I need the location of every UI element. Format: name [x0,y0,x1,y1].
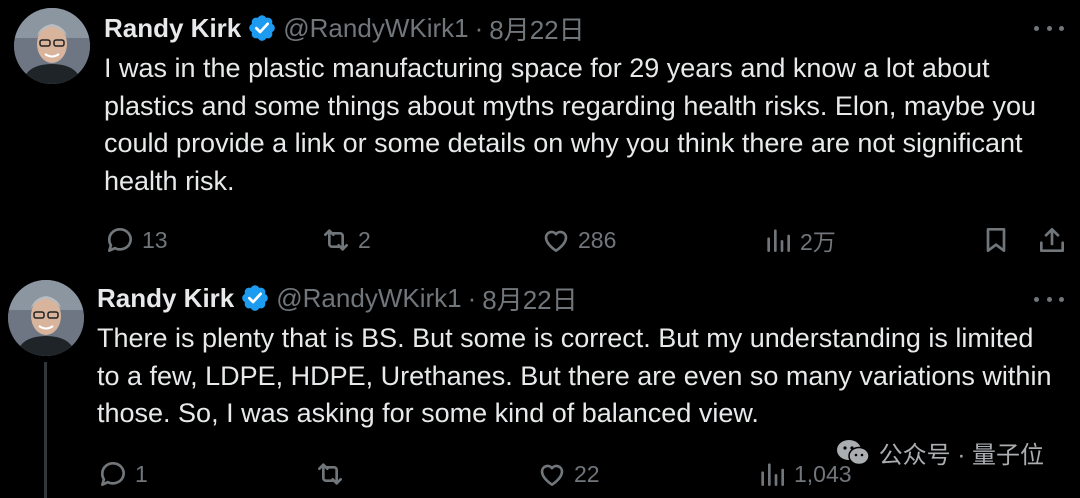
heart-icon [540,464,564,486]
views-chart-icon [767,229,790,252]
display-name[interactable]: Randy Kirk [104,13,241,44]
separator-dot: · [474,12,484,43]
more-options-icon[interactable] [1034,295,1064,303]
more-options-icon[interactable] [1034,24,1064,32]
tweet-header: Randy Kirk @RandyWKirk1 · 8月22日 [104,10,585,46]
views-button[interactable]: 2万 [762,220,836,260]
reply-button[interactable]: 1 [97,454,148,494]
heart-icon [544,230,568,252]
views-chart-icon [761,463,784,486]
like-count: 286 [578,226,617,253]
reply-count: 1 [135,460,148,487]
verified-badge-icon[interactable] [240,283,270,313]
avatar-photo [14,8,90,84]
view-count: 2万 [800,229,836,255]
timestamp[interactable]: 8月22日 [489,10,584,47]
avatar-photo [8,280,84,356]
share-button[interactable] [1036,220,1074,260]
reply-button[interactable]: 13 [104,220,168,260]
retweet-button[interactable] [314,454,352,494]
reply-count: 13 [142,226,168,253]
share-icon [1040,228,1064,252]
bookmark-button[interactable] [980,220,1018,260]
display-name[interactable]: Randy Kirk [97,283,234,314]
avatar[interactable] [14,8,90,84]
tweet-1[interactable]: Randy Kirk @RandyWKirk1 · 8月22日 I was in… [0,0,1080,270]
like-button[interactable]: 22 [536,454,600,494]
separator-dot: · [467,282,477,313]
tweet-header: Randy Kirk @RandyWKirk1 · 8月22日 [97,280,578,316]
tweet-text: I was in the plastic manufacturing space… [104,53,1044,196]
like-button[interactable]: 286 [540,220,616,260]
avatar[interactable] [8,280,84,356]
retweet-button[interactable]: 2 [320,220,371,260]
timestamp[interactable]: 8月22日 [482,280,577,317]
bookmark-icon [986,228,1006,252]
retweet-icon [318,463,342,485]
wechat-icon [836,439,870,465]
verified-badge-icon[interactable] [247,13,277,43]
watermark: 公众号 · 量子位 [835,435,1044,470]
reply-icon [100,462,125,486]
tweet-text: There is plenty that is BS. But some is … [97,323,1059,428]
watermark-text: 公众号 · 量子位 [878,442,1044,469]
handle[interactable]: @RandyWKirk1 [283,13,468,44]
handle[interactable]: @RandyWKirk1 [276,283,461,314]
action-bar: 13 2 286 2万 [0,220,1080,260]
retweet-icon [324,229,348,251]
retweet-count: 2 [358,226,371,253]
like-count: 22 [574,460,600,487]
reply-icon [107,228,132,252]
